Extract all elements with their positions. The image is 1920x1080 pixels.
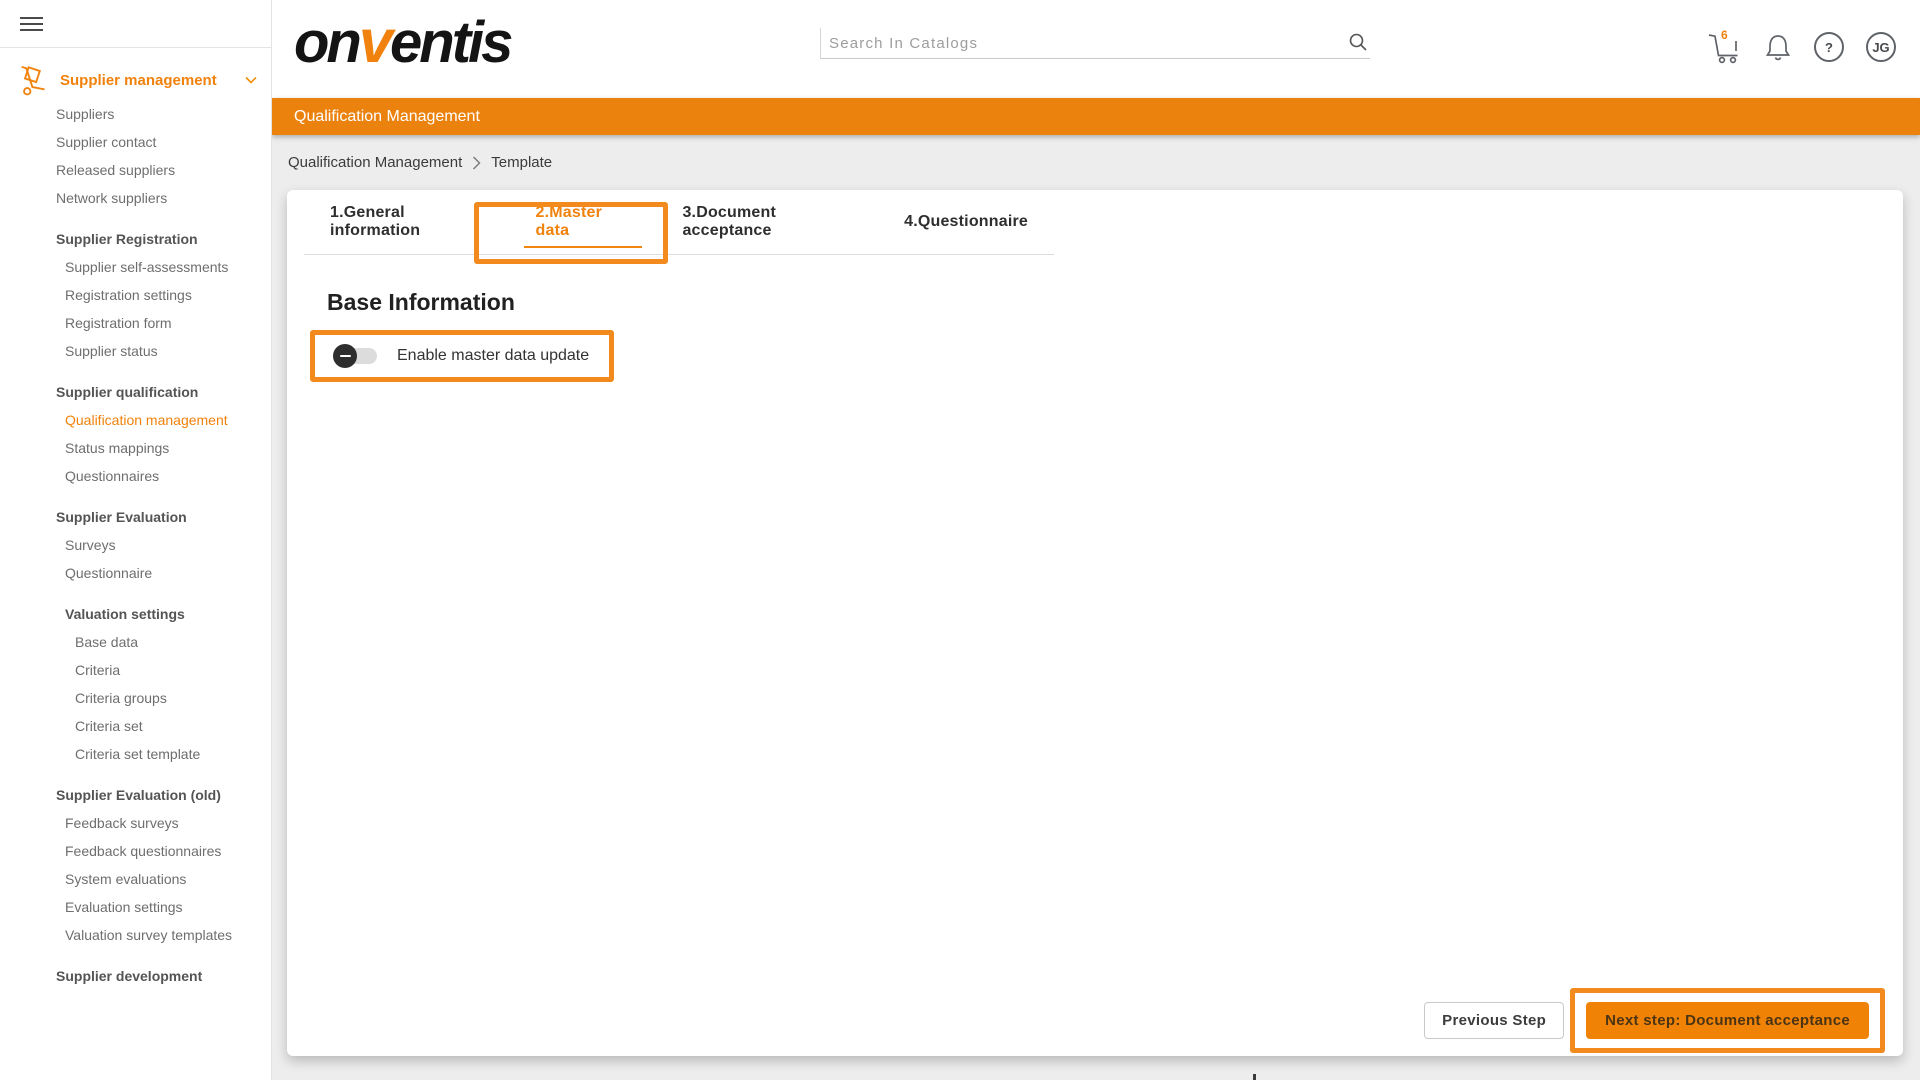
notifications-button[interactable] bbox=[1764, 32, 1792, 62]
sidebar-item-surveys[interactable]: Surveys bbox=[0, 531, 271, 559]
sidebar-item-registration-settings[interactable]: Registration settings bbox=[0, 281, 271, 309]
breadcrumb-template[interactable]: Template bbox=[491, 154, 552, 171]
sidebar-item-label: Supplier management bbox=[60, 72, 245, 89]
tab-general-information[interactable]: 1.General information bbox=[304, 190, 510, 254]
top-header: onventis 6 bbox=[272, 0, 1920, 98]
sidebar-section-valuation-settings[interactable]: Valuation settings bbox=[0, 600, 271, 628]
sidebar-item-supplier-management[interactable]: Supplier management bbox=[0, 60, 271, 100]
sidebar-item-evaluation-settings[interactable]: Evaluation settings bbox=[0, 893, 271, 921]
sidebar-item-registration-form[interactable]: Registration form bbox=[0, 309, 271, 337]
next-step-button[interactable]: Next step: Document acceptance bbox=[1586, 1002, 1869, 1039]
chevron-down-icon bbox=[245, 76, 257, 84]
main-area: onventis 6 bbox=[272, 0, 1920, 1080]
highlight-annotation-master-data-toggle: Enable master data update bbox=[310, 330, 614, 382]
template-wizard-card: 1.General information 2.Master data 3.Do… bbox=[287, 190, 1903, 1056]
breadcrumb-separator-icon bbox=[472, 156, 481, 170]
tab-questionnaire[interactable]: 4.Questionnaire bbox=[878, 190, 1054, 254]
sidebar-item-qualification-management[interactable]: Qualification management bbox=[0, 406, 271, 434]
sidebar-nav: Supplier management Suppliers Supplier c… bbox=[0, 48, 271, 990]
sidebar-item-questionnaires[interactable]: Questionnaires bbox=[0, 462, 271, 490]
sidebar-item-system-evaluations[interactable]: System evaluations bbox=[0, 865, 271, 893]
sidebar-item-network-suppliers[interactable]: Network suppliers bbox=[0, 184, 271, 212]
logo-accent: v bbox=[359, 7, 390, 76]
sidebar-item-supplier-status[interactable]: Supplier status bbox=[0, 337, 271, 365]
sidebar-section-supplier-registration[interactable]: Supplier Registration bbox=[0, 225, 271, 253]
sidebar-item-suppliers[interactable]: Suppliers bbox=[0, 100, 271, 128]
sidebar-item-criteria-set[interactable]: Criteria set bbox=[0, 712, 271, 740]
sidebar-item-supplier-self-assessments[interactable]: Supplier self-assessments bbox=[0, 253, 271, 281]
sidebar-section-supplier-evaluation[interactable]: Supplier Evaluation bbox=[0, 503, 271, 531]
module-banner: Qualification Management bbox=[272, 98, 1920, 135]
highlight-annotation-next-step-button: Next step: Document acceptance bbox=[1570, 988, 1885, 1053]
bell-icon bbox=[1764, 32, 1792, 62]
section-title: Base Information bbox=[327, 289, 1903, 316]
logo-text: entis bbox=[390, 10, 510, 75]
sidebar-section-supplier-qualification[interactable]: Supplier qualification bbox=[0, 378, 271, 406]
sidebar: Supplier management Suppliers Supplier c… bbox=[0, 0, 272, 1080]
breadcrumb: Qualification Management Template bbox=[272, 135, 1920, 190]
search-icon[interactable] bbox=[1348, 32, 1368, 52]
logo-text: on bbox=[294, 10, 359, 75]
sidebar-section-supplier-development[interactable]: Supplier development bbox=[0, 962, 271, 990]
previous-step-button[interactable]: Previous Step bbox=[1424, 1002, 1564, 1039]
sidebar-section-supplier-evaluation-old[interactable]: Supplier Evaluation (old) bbox=[0, 781, 271, 809]
tab-document-acceptance[interactable]: 3.Document acceptance bbox=[656, 190, 878, 254]
avatar-initials: JG bbox=[1872, 40, 1889, 55]
sidebar-item-valuation-survey-templates[interactable]: Valuation survey templates bbox=[0, 921, 271, 949]
onventis-logo[interactable]: onventis bbox=[294, 6, 510, 77]
sidebar-item-feedback-surveys[interactable]: Feedback surveys bbox=[0, 809, 271, 837]
sidebar-item-status-mappings[interactable]: Status mappings bbox=[0, 434, 271, 462]
wizard-footer: Previous Step Next step: Document accept… bbox=[1424, 988, 1885, 1053]
toggle-label: Enable master data update bbox=[397, 347, 589, 365]
sidebar-item-questionnaire[interactable]: Questionnaire bbox=[0, 559, 271, 587]
sidebar-item-criteria-groups[interactable]: Criteria groups bbox=[0, 684, 271, 712]
help-button[interactable]: ? bbox=[1814, 32, 1844, 62]
catalog-search bbox=[820, 28, 1370, 59]
hand-truck-icon bbox=[16, 64, 46, 96]
wizard-tabs: 1.General information 2.Master data 3.Do… bbox=[304, 190, 1054, 255]
tab-master-data[interactable]: 2.Master data bbox=[510, 190, 657, 254]
breadcrumb-qualification-management[interactable]: Qualification Management bbox=[288, 154, 462, 171]
sidebar-item-released-suppliers[interactable]: Released suppliers bbox=[0, 156, 271, 184]
sidebar-item-base-data[interactable]: Base data bbox=[0, 628, 271, 656]
toggle-off-dash-icon bbox=[340, 355, 351, 357]
active-tab-underline bbox=[524, 246, 643, 248]
cart-badge: 6 bbox=[1721, 28, 1728, 42]
cut-off-content-artifact bbox=[1253, 1074, 1256, 1080]
sidebar-item-criteria-set-template[interactable]: Criteria set template bbox=[0, 740, 271, 768]
enable-master-data-update-toggle[interactable] bbox=[335, 348, 377, 364]
toggle-knob bbox=[333, 344, 357, 368]
sidebar-header bbox=[0, 0, 271, 48]
user-avatar[interactable]: JG bbox=[1866, 32, 1896, 62]
sidebar-item-supplier-contact[interactable]: Supplier contact bbox=[0, 128, 271, 156]
hamburger-menu-icon[interactable] bbox=[20, 13, 43, 35]
header-icons: 6 ? JG bbox=[1706, 30, 1896, 64]
help-glyph: ? bbox=[1825, 40, 1833, 55]
banner-title: Qualification Management bbox=[294, 108, 480, 125]
tab-label: 2.Master data bbox=[536, 204, 631, 240]
cart-button[interactable]: 6 bbox=[1706, 30, 1742, 64]
sidebar-item-feedback-questionnaires[interactable]: Feedback questionnaires bbox=[0, 837, 271, 865]
search-input[interactable] bbox=[829, 35, 1340, 52]
sidebar-item-criteria[interactable]: Criteria bbox=[0, 656, 271, 684]
